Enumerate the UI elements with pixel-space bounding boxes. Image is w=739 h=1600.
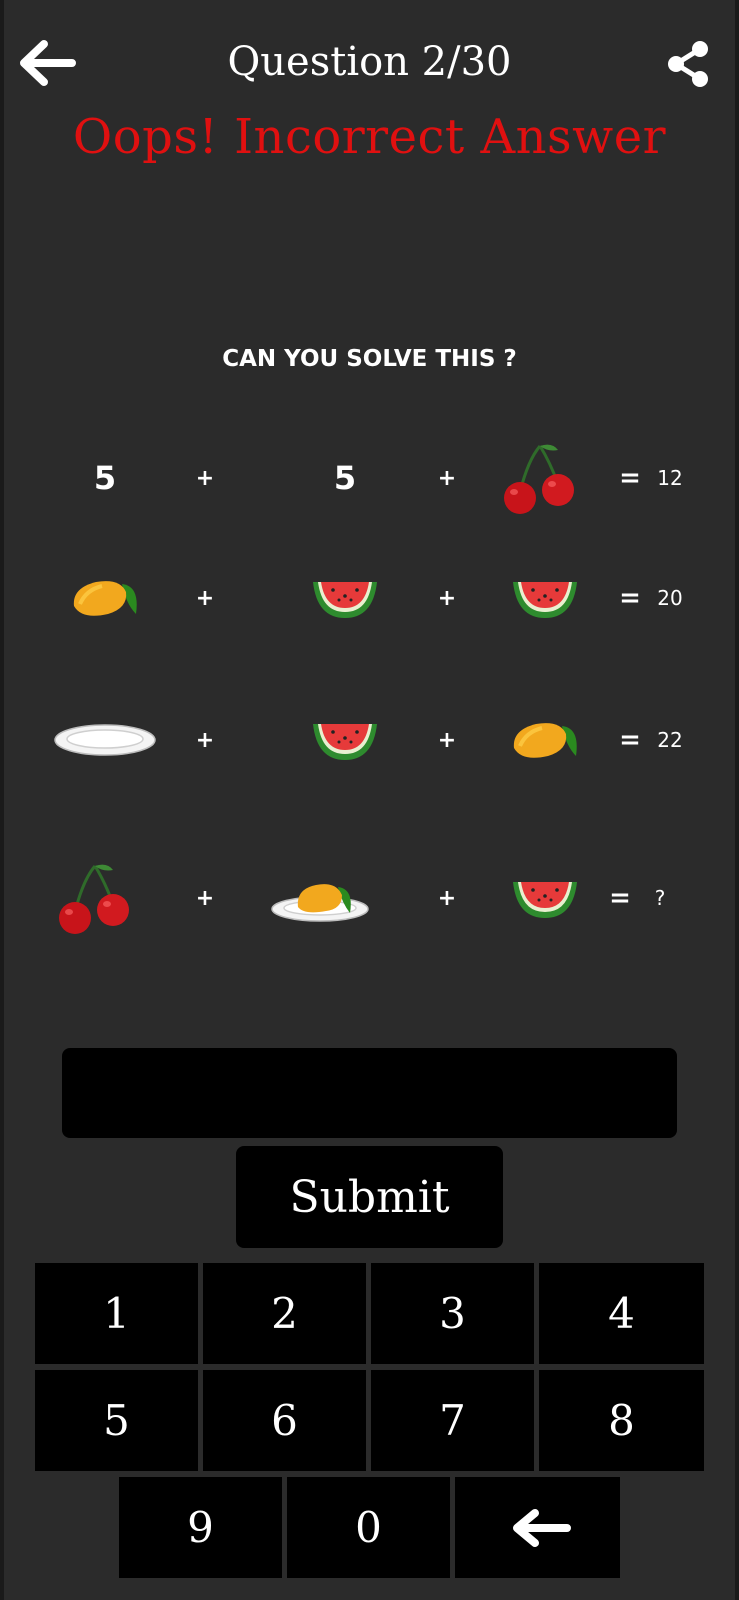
- plate-icon: [54, 724, 156, 756]
- plus-operator: +: [437, 585, 457, 611]
- puzzle-prompt: CAN YOU SOLVE THIS ?: [222, 346, 517, 372]
- equation-row-2: + + = 20: [0, 548, 739, 648]
- answer-status-message: Oops! Incorrect Answer: [72, 109, 667, 165]
- mango-on-plate-icon: [271, 884, 369, 922]
- cherries-icon: [504, 444, 574, 514]
- plus-operator: +: [195, 885, 215, 911]
- equals-sign: =: [609, 883, 631, 913]
- question-counter: Question 2/30: [227, 39, 512, 85]
- cherries-icon: [59, 864, 129, 934]
- submit-button[interactable]: Submit: [236, 1146, 503, 1248]
- backspace-arrow-icon: [512, 1508, 571, 1547]
- plus-operator: +: [195, 727, 215, 753]
- mango-icon: [513, 723, 577, 758]
- key-6[interactable]: 6: [203, 1370, 366, 1471]
- equation-row-1: 5 + 5 + = 12: [0, 428, 739, 528]
- plus-operator: +: [195, 585, 215, 611]
- key-2[interactable]: 2: [203, 1263, 366, 1364]
- share-icon: [668, 41, 708, 87]
- watermelon-slice-icon: [313, 582, 377, 618]
- key-4[interactable]: 4: [539, 1263, 704, 1364]
- plus-operator: +: [195, 465, 215, 491]
- key-0[interactable]: 0: [287, 1477, 450, 1578]
- answer-input[interactable]: [62, 1048, 677, 1138]
- equation-row-4: + + = ?: [0, 848, 739, 948]
- number-term: 5: [333, 459, 357, 497]
- key-9[interactable]: 9: [119, 1477, 282, 1578]
- equals-sign: =: [619, 583, 641, 613]
- mango-icon: [73, 581, 137, 616]
- key-3[interactable]: 3: [371, 1263, 534, 1364]
- plus-operator: +: [437, 465, 457, 491]
- equation-result: ?: [654, 886, 666, 910]
- plus-operator: +: [437, 885, 457, 911]
- plus-operator: +: [437, 727, 457, 753]
- backspace-key[interactable]: [455, 1477, 620, 1578]
- watermelon-slice-icon: [313, 724, 377, 760]
- key-5[interactable]: 5: [35, 1370, 198, 1471]
- share-button[interactable]: [660, 36, 716, 92]
- equals-sign: =: [619, 725, 641, 755]
- number-term: 5: [93, 459, 117, 497]
- equation-result: 12: [657, 466, 683, 490]
- equation-row-3: + + = 22: [0, 690, 739, 790]
- watermelon-slice-icon: [513, 582, 577, 618]
- key-8[interactable]: 8: [539, 1370, 704, 1471]
- key-7[interactable]: 7: [371, 1370, 534, 1471]
- watermelon-slice-icon: [513, 882, 577, 918]
- equation-result: 22: [657, 728, 683, 752]
- equals-sign: =: [619, 463, 641, 493]
- key-1[interactable]: 1: [35, 1263, 198, 1364]
- equation-result: 20: [657, 586, 683, 610]
